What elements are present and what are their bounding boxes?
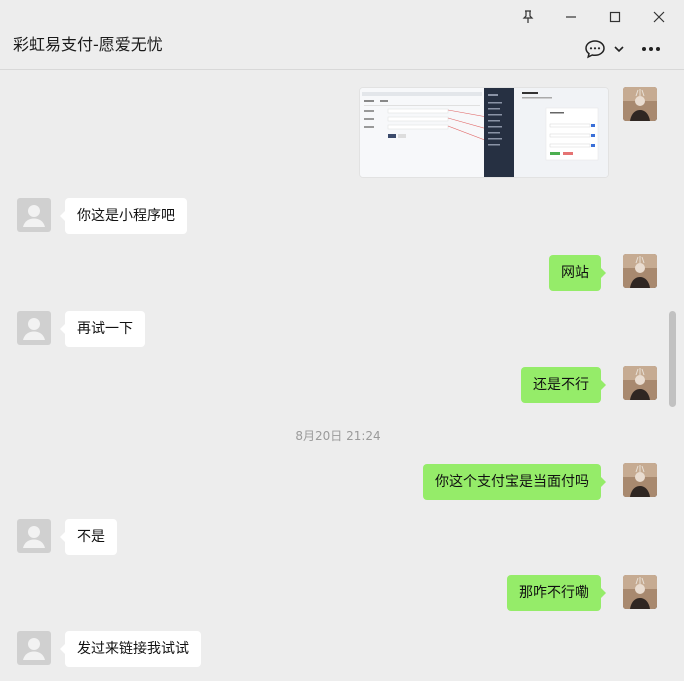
- user-photo-icon: [623, 463, 657, 497]
- message-bubble-received[interactable]: 发过来链接我试试: [60, 631, 201, 667]
- scrollbar-thumb[interactable]: [669, 311, 676, 407]
- message-bubble-received[interactable]: 再试一下: [60, 311, 145, 347]
- message-list[interactable]: 你这是小程序吧 网站 再试一下 还是不行 8月20日 21:24 你这个支付宝是…: [0, 71, 668, 681]
- title-bar: 彩虹易支付-愿爱无忧: [0, 0, 684, 70]
- user-photo-icon: [623, 366, 657, 400]
- default-person-icon: [23, 318, 45, 340]
- pin-icon[interactable]: [516, 6, 540, 28]
- user-photo-icon: [623, 87, 657, 121]
- maximize-icon[interactable]: [603, 6, 627, 28]
- user-photo-icon: [623, 254, 657, 288]
- screenshot-thumbnail: [360, 88, 608, 177]
- message-bubble-sent[interactable]: 你这个支付宝是当面付吗: [423, 464, 606, 500]
- chat-window: 彩虹易支付-愿爱无忧 你这是小程序吧 网站 再试一下 还是不行 8月20日 21…: [0, 0, 684, 681]
- self-avatar[interactable]: [623, 87, 657, 121]
- message-bubble-sent[interactable]: 那咋不行嘞: [507, 575, 606, 611]
- message-bubble-received[interactable]: 不是: [60, 519, 117, 555]
- message-bubble-sent[interactable]: 网站: [549, 255, 606, 291]
- self-avatar[interactable]: [623, 575, 657, 609]
- close-icon[interactable]: [647, 6, 671, 28]
- minimize-icon[interactable]: [559, 6, 583, 28]
- contact-avatar[interactable]: [17, 198, 51, 232]
- message-timestamp: 8月20日 21:24: [295, 429, 381, 443]
- default-person-icon: [23, 205, 45, 227]
- chat-title: 彩虹易支付-愿爱无忧: [13, 35, 163, 54]
- self-avatar[interactable]: [623, 366, 657, 400]
- self-avatar[interactable]: [623, 254, 657, 288]
- contact-avatar[interactable]: [17, 519, 51, 553]
- user-photo-icon: [623, 575, 657, 609]
- more-icon[interactable]: [639, 36, 663, 62]
- contact-avatar[interactable]: [17, 311, 51, 345]
- self-avatar[interactable]: [623, 463, 657, 497]
- default-person-icon: [23, 526, 45, 548]
- contact-avatar[interactable]: [17, 631, 51, 665]
- message-bubble-sent[interactable]: 还是不行: [521, 367, 606, 403]
- default-person-icon: [23, 638, 45, 660]
- chevron-down-icon[interactable]: [611, 36, 627, 62]
- chat-bubble-icon[interactable]: [583, 36, 607, 62]
- message-bubble-received[interactable]: 你这是小程序吧: [60, 198, 187, 234]
- image-message[interactable]: [359, 87, 609, 178]
